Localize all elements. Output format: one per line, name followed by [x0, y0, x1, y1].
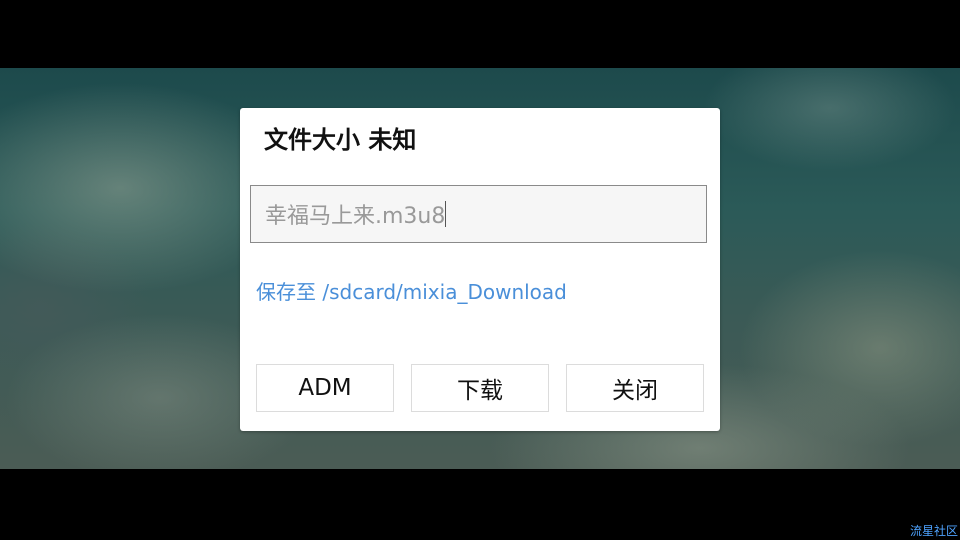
- filename-input[interactable]: 幸福马上来.m3u8: [250, 185, 707, 243]
- close-button[interactable]: 关闭: [566, 364, 704, 412]
- adm-button[interactable]: ADM: [256, 364, 394, 412]
- dialog-title: 文件大小 未知: [264, 126, 417, 154]
- filename-value: 幸福马上来.m3u8: [265, 204, 446, 229]
- text-cursor: [445, 201, 447, 227]
- watermark: 流星社区: [909, 524, 958, 538]
- download-button[interactable]: 下载: [411, 364, 549, 412]
- download-dialog: 文件大小 未知 幸福马上来.m3u8 保存至 /sdcard/mixia_Dow…: [240, 108, 720, 431]
- save-path-link[interactable]: 保存至 /sdcard/mixia_Download: [256, 276, 567, 305]
- player-screen: 文件大小 未知 幸福马上来.m3u8 保存至 /sdcard/mixia_Dow…: [0, 0, 960, 540]
